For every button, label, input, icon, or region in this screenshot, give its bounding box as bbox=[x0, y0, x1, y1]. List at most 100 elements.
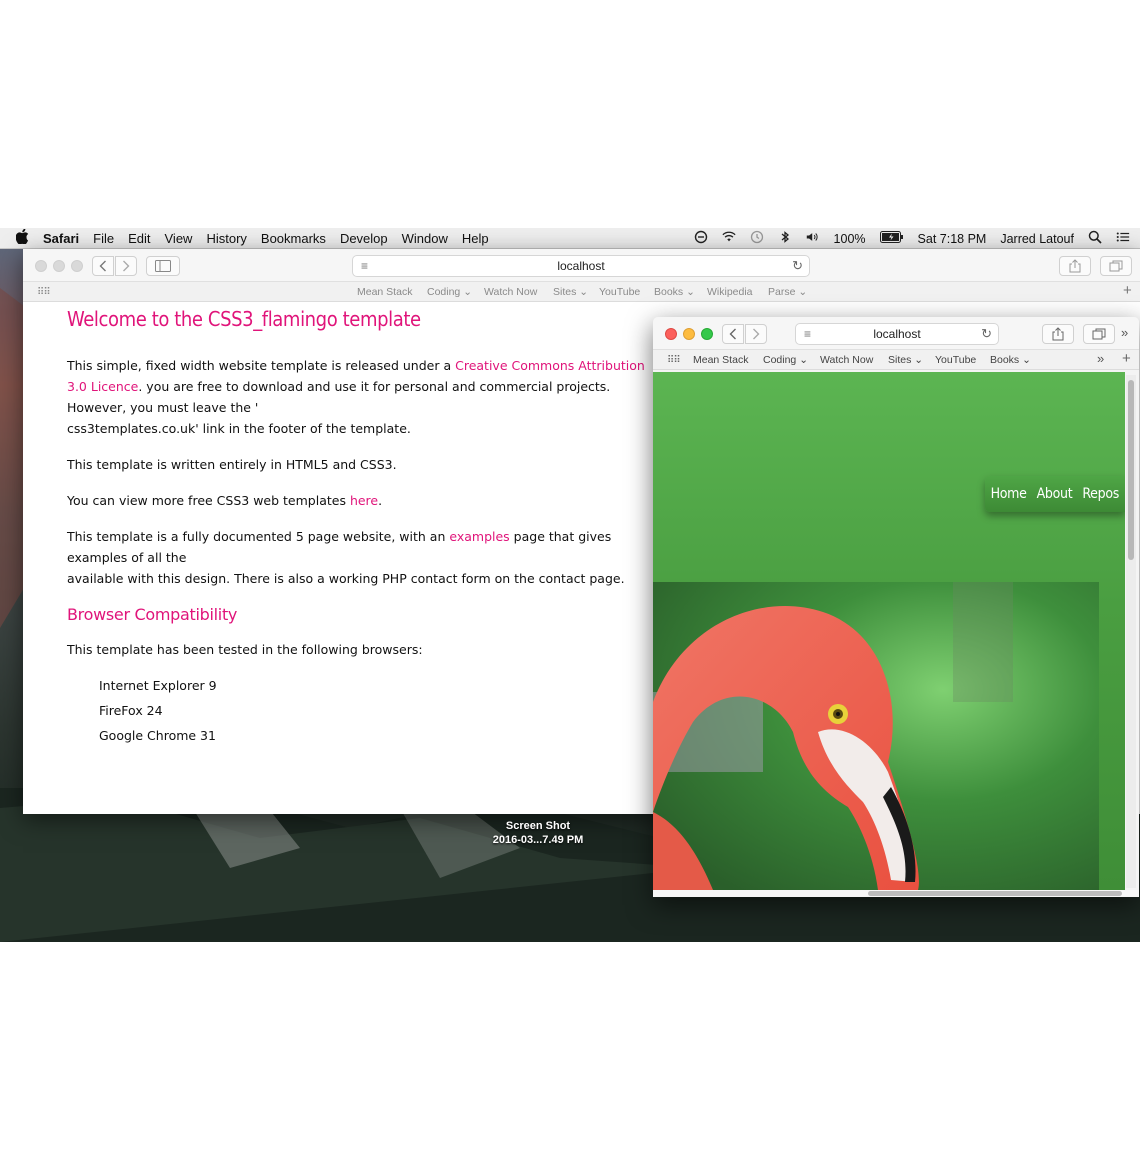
favorite-item[interactable]: Mean Stack bbox=[693, 354, 748, 366]
menu-bookmarks[interactable]: Bookmarks bbox=[261, 231, 326, 246]
favorite-item[interactable]: YouTube bbox=[599, 286, 640, 298]
nav-about-link[interactable]: About bbox=[1037, 486, 1073, 502]
favorite-item[interactable]: Coding ⌄ bbox=[763, 354, 808, 366]
vertical-scrollbar[interactable] bbox=[1126, 375, 1136, 888]
text: This template is a fully documented 5 pa… bbox=[67, 529, 450, 544]
bluetooth-icon[interactable] bbox=[778, 230, 792, 247]
text: This simple, fixed width website templat… bbox=[67, 358, 456, 373]
here-link[interactable]: here bbox=[350, 493, 378, 508]
tabs-icon bbox=[1109, 260, 1123, 272]
paragraph-html5: This template is written entirely in HTM… bbox=[67, 457, 397, 472]
text: . bbox=[378, 493, 383, 508]
page-title: Welcome to the CSS3_flamingo template bbox=[67, 307, 421, 331]
text: . you are free to download and use it fo… bbox=[67, 379, 611, 415]
favorite-item[interactable]: Watch Now bbox=[484, 286, 537, 298]
scrollbar-thumb[interactable] bbox=[868, 891, 1122, 896]
nav-home-link[interactable]: Home bbox=[991, 486, 1027, 502]
user-name[interactable]: Jarred Latouf bbox=[1000, 232, 1074, 246]
examples-link[interactable]: examples bbox=[449, 529, 509, 544]
reload-icon[interactable]: ↻ bbox=[792, 256, 803, 276]
forward-button[interactable] bbox=[745, 324, 767, 344]
notification-center-icon[interactable] bbox=[1116, 230, 1130, 247]
address-text: localhost bbox=[873, 327, 921, 341]
text: You can view more free CSS3 web template… bbox=[67, 493, 350, 508]
favorite-item[interactable]: YouTube bbox=[935, 354, 976, 366]
new-tab-plus-icon[interactable]: + bbox=[1123, 282, 1132, 299]
address-bar[interactable]: ≡ localhost ↻ bbox=[795, 323, 999, 345]
back-button[interactable] bbox=[722, 324, 744, 344]
favorite-item[interactable]: Sites ⌄ bbox=[553, 286, 588, 298]
menu-edit[interactable]: Edit bbox=[128, 231, 150, 246]
favorite-item[interactable]: Watch Now bbox=[820, 354, 873, 366]
do-not-disturb-icon[interactable] bbox=[694, 230, 708, 247]
time-machine-icon[interactable] bbox=[750, 230, 764, 247]
paragraph-documented: This template is a fully documented 5 pa… bbox=[67, 526, 667, 589]
paragraph-more-templates: You can view more free CSS3 web template… bbox=[67, 490, 667, 511]
page-content: Welcome to the CSS3_flamingo template Th… bbox=[67, 305, 667, 750]
app-menu-safari[interactable]: Safari bbox=[43, 231, 79, 246]
favorites-bar: ⠿⠿ Mean Stack Coding ⌄ Watch Now Sites ⌄… bbox=[653, 350, 1139, 370]
nav-repos-link[interactable]: Repos bbox=[1082, 486, 1119, 502]
favorite-item[interactable]: Coding ⌄ bbox=[427, 286, 472, 298]
spotlight-search-icon[interactable] bbox=[1088, 230, 1102, 247]
text: available with this design. There is als… bbox=[67, 571, 625, 586]
menu-history[interactable]: History bbox=[206, 231, 246, 246]
favorite-item[interactable]: Books ⌄ bbox=[654, 286, 695, 298]
share-button[interactable] bbox=[1059, 256, 1091, 276]
zoom-window-button[interactable] bbox=[701, 328, 713, 340]
menu-view[interactable]: View bbox=[165, 231, 193, 246]
overflow-chevron-icon[interactable]: » bbox=[1121, 325, 1128, 340]
site-nav: Home About Repos bbox=[984, 476, 1125, 512]
favorite-item[interactable]: Mean Stack bbox=[357, 286, 412, 298]
zoom-window-button[interactable] bbox=[71, 260, 83, 272]
text: css3templates.co.uk' link in the footer … bbox=[67, 421, 411, 436]
forward-button[interactable] bbox=[115, 256, 137, 276]
reader-view-icon[interactable]: ≡ bbox=[361, 256, 368, 276]
paragraph-license: This simple, fixed width website templat… bbox=[67, 355, 667, 439]
safari-window-small: ≡ localhost ↻ » ⠿⠿ Mean Stack Coding ⌄ W… bbox=[653, 317, 1139, 897]
close-window-button[interactable] bbox=[665, 328, 677, 340]
favorite-item[interactable]: Sites ⌄ bbox=[888, 354, 923, 366]
menu-help[interactable]: Help bbox=[462, 231, 489, 246]
battery-icon[interactable] bbox=[879, 231, 904, 246]
clock[interactable]: Sat 7:18 PM bbox=[918, 232, 987, 246]
favorite-item[interactable]: Wikipedia bbox=[707, 286, 753, 298]
menu-file[interactable]: File bbox=[93, 231, 114, 246]
menu-window[interactable]: Window bbox=[402, 231, 448, 246]
menu-bar: Safari File Edit View History Bookmarks … bbox=[0, 228, 1140, 249]
chevron-right-icon bbox=[123, 260, 130, 272]
list-item: Google Chrome 31 bbox=[99, 728, 216, 743]
close-window-button[interactable] bbox=[35, 260, 47, 272]
tabs-icon bbox=[1092, 328, 1106, 340]
address-bar[interactable]: ≡ localhost ↻ bbox=[352, 255, 810, 277]
scrollbar-thumb[interactable] bbox=[1128, 380, 1134, 560]
reader-view-icon[interactable]: ≡ bbox=[804, 324, 811, 344]
address-text: localhost bbox=[557, 259, 605, 273]
window-toolbar: ≡ localhost ↻ » bbox=[653, 317, 1139, 350]
wifi-icon[interactable] bbox=[721, 230, 736, 247]
menu-develop[interactable]: Develop bbox=[340, 231, 388, 246]
new-tab-plus-icon[interactable]: + bbox=[1122, 350, 1131, 367]
desktop-file-label[interactable]: Screen Shot 2016-03...7.49 PM bbox=[478, 819, 598, 847]
top-sites-grid-icon[interactable]: ⠿⠿ bbox=[37, 287, 51, 298]
volume-icon[interactable] bbox=[806, 230, 820, 247]
apple-menu-icon[interactable] bbox=[15, 228, 29, 247]
minimize-window-button[interactable] bbox=[53, 260, 65, 272]
minimize-window-button[interactable] bbox=[683, 328, 695, 340]
reload-icon[interactable]: ↻ bbox=[981, 324, 992, 344]
sidebar-button[interactable] bbox=[146, 256, 180, 276]
flamingo-site-page: Home About Repos bbox=[653, 372, 1125, 890]
share-button[interactable] bbox=[1042, 324, 1074, 344]
share-icon bbox=[1052, 327, 1064, 341]
paragraph-tested: This template has been tested in the fol… bbox=[67, 642, 423, 657]
desktop: Safari File Edit View History Bookmarks … bbox=[0, 228, 1140, 942]
flamingo-photo bbox=[653, 582, 1099, 890]
favorites-overflow-icon[interactable]: » bbox=[1097, 351, 1104, 366]
tabs-overview-button[interactable] bbox=[1100, 256, 1132, 276]
horizontal-scrollbar[interactable] bbox=[653, 890, 1139, 897]
tabs-overview-button[interactable] bbox=[1083, 324, 1115, 344]
favorite-item[interactable]: Books ⌄ bbox=[990, 354, 1031, 366]
favorite-item[interactable]: Parse ⌄ bbox=[768, 286, 807, 298]
top-sites-grid-icon[interactable]: ⠿⠿ bbox=[667, 355, 681, 366]
back-button[interactable] bbox=[92, 256, 114, 276]
